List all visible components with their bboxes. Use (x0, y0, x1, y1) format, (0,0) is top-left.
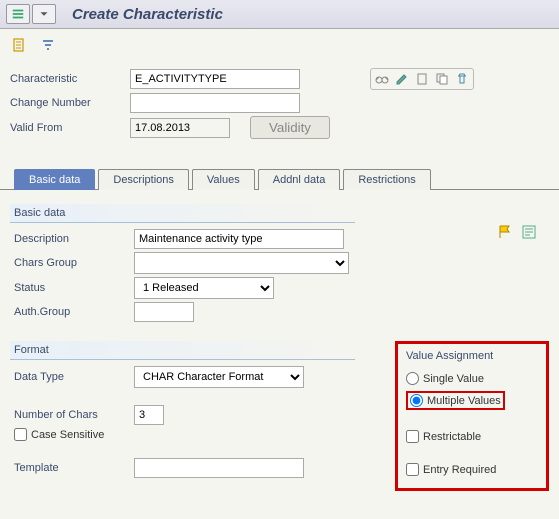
template-label: Template (14, 462, 134, 474)
menu-icon[interactable] (6, 4, 30, 24)
number-chars-input[interactable] (134, 405, 164, 425)
valid-from-input[interactable] (130, 118, 230, 138)
single-value-label: Single Value (423, 373, 484, 385)
create-icon[interactable] (8, 35, 30, 55)
document-icon[interactable] (413, 71, 431, 87)
change-number-label: Change Number (10, 97, 130, 109)
page-title: Create Characteristic (72, 6, 223, 23)
entry-required-checkbox[interactable] (406, 463, 419, 476)
tabstrip: Basic data Descriptions Values Addnl dat… (0, 168, 559, 190)
format-group: Format Data Type CHAR Character Format N… (10, 341, 355, 483)
status-select[interactable]: 1 Released (134, 277, 274, 299)
tabpanel-basic-data: Basic data Description Chars Group Statu… (0, 190, 559, 505)
dropdown-icon[interactable] (32, 4, 56, 24)
tab-basic-data[interactable]: Basic data (14, 169, 95, 190)
basic-data-title: Basic data (10, 204, 355, 223)
template-input[interactable] (134, 458, 304, 478)
text-icon[interactable] (521, 224, 539, 243)
data-type-label: Data Type (14, 371, 134, 383)
titlebar: Create Characteristic (0, 0, 559, 29)
trash-icon[interactable] (453, 71, 471, 87)
copy-icon[interactable] (433, 71, 451, 87)
case-sensitive-label: Case Sensitive (31, 429, 104, 441)
format-title: Format (10, 341, 355, 360)
tab-restrictions[interactable]: Restrictions (343, 169, 430, 190)
description-input[interactable] (134, 229, 344, 249)
chars-group-label: Chars Group (14, 257, 134, 269)
change-number-input[interactable] (130, 93, 300, 113)
auth-group-input[interactable] (134, 302, 194, 322)
tab-addnl-data[interactable]: Addnl data (258, 169, 341, 190)
case-sensitive-checkbox[interactable] (14, 428, 27, 441)
auth-group-label: Auth.Group (14, 306, 134, 318)
pencil-icon[interactable] (393, 71, 411, 87)
validity-button[interactable]: Validity (250, 116, 330, 139)
value-assignment-group: Value Assignment Single Value Multiple V… (395, 341, 549, 491)
toolbar (0, 29, 559, 62)
single-value-radio[interactable] (406, 372, 419, 385)
multiple-values-radio[interactable] (410, 394, 423, 407)
multiple-values-label: Multiple Values (427, 395, 501, 407)
tab-descriptions[interactable]: Descriptions (98, 169, 189, 190)
valid-from-label: Valid From (10, 122, 130, 134)
entry-required-label: Entry Required (423, 464, 496, 476)
tab-values[interactable]: Values (192, 169, 255, 190)
sort-icon[interactable] (37, 35, 59, 55)
restrictable-checkbox[interactable] (406, 430, 419, 443)
basic-data-group: Basic data Description Chars Group Statu… (10, 204, 549, 327)
characteristic-input[interactable] (130, 69, 300, 89)
number-chars-label: Number of Chars (14, 409, 134, 421)
chars-group-select[interactable] (134, 252, 349, 274)
description-label: Description (14, 233, 134, 245)
value-assignment-title: Value Assignment (406, 350, 538, 366)
glasses-icon[interactable] (373, 71, 391, 87)
action-icon-strip (370, 68, 474, 90)
data-type-select[interactable]: CHAR Character Format (134, 366, 304, 388)
characteristic-label: Characteristic (10, 73, 130, 85)
header-form: Characteristic Change Number Valid From … (0, 62, 559, 154)
restrictable-label: Restrictable (423, 431, 481, 443)
status-label: Status (14, 282, 134, 294)
flag-icon[interactable] (497, 224, 515, 243)
multiple-values-highlight: Multiple Values (406, 391, 505, 410)
